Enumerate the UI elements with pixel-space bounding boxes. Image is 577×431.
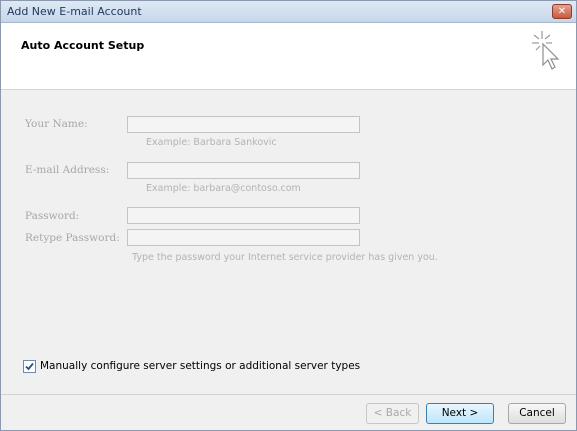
your-name-label: Your Name: bbox=[25, 118, 88, 130]
page-title: Auto Account Setup bbox=[21, 39, 145, 52]
add-email-account-dialog: Add New E-mail Account ✕ Auto Account Se… bbox=[0, 0, 577, 431]
close-icon: ✕ bbox=[557, 6, 567, 17]
checkmark-icon bbox=[25, 362, 34, 371]
back-button[interactable]: < Back bbox=[366, 403, 419, 424]
title-bar: Add New E-mail Account ✕ bbox=[1, 1, 576, 23]
dialog-header: Auto Account Setup bbox=[1, 23, 576, 90]
retype-password-input[interactable] bbox=[127, 229, 360, 246]
window-title: Add New E-mail Account bbox=[7, 5, 142, 18]
email-address-hint: Example: barbara@contoso.com bbox=[146, 183, 301, 194]
manual-config-label: Manually configure server settings or ad… bbox=[40, 360, 361, 372]
close-button[interactable]: ✕ bbox=[552, 4, 572, 19]
password-label: Password: bbox=[25, 210, 80, 222]
manual-config-checkbox[interactable] bbox=[23, 360, 36, 373]
password-input[interactable] bbox=[127, 207, 360, 224]
your-name-input[interactable] bbox=[127, 116, 360, 133]
password-hint: Type the password your Internet service … bbox=[132, 252, 438, 263]
email-address-label: E-mail Address: bbox=[25, 164, 110, 176]
retype-password-label: Retype Password: bbox=[25, 232, 120, 244]
next-button[interactable]: Next > bbox=[426, 403, 494, 424]
footer-divider bbox=[1, 394, 576, 395]
cancel-button[interactable]: Cancel bbox=[508, 403, 566, 424]
cursor-sparkle-icon bbox=[532, 31, 560, 70]
your-name-hint: Example: Barbara Sankovic bbox=[146, 137, 277, 148]
email-address-input[interactable] bbox=[127, 162, 360, 179]
